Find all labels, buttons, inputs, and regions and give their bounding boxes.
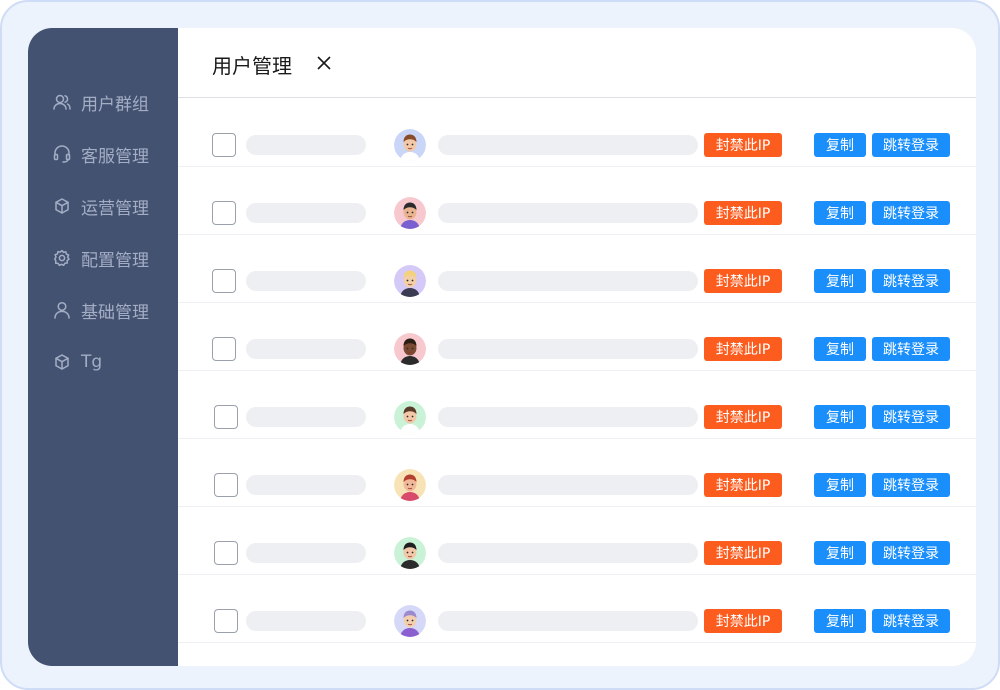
- table-row: 封禁此IP 复制 跳转登录: [178, 439, 976, 507]
- copy-button[interactable]: 复制: [814, 201, 866, 225]
- jump-login-button[interactable]: 跳转登录: [872, 201, 950, 225]
- users-icon: [52, 92, 72, 112]
- placeholder-bar: [246, 475, 366, 495]
- avatar: [394, 537, 426, 569]
- placeholder-bar: [246, 135, 366, 155]
- cube-icon: [52, 196, 72, 216]
- ban-ip-button[interactable]: 封禁此IP: [704, 541, 782, 565]
- jump-login-button[interactable]: 跳转登录: [872, 405, 950, 429]
- jump-login-button[interactable]: 跳转登录: [872, 269, 950, 293]
- copy-button[interactable]: 复制: [814, 609, 866, 633]
- placeholder-bar: [246, 407, 366, 427]
- ban-ip-button[interactable]: 封禁此IP: [704, 133, 782, 157]
- avatar: [394, 401, 426, 433]
- ban-ip-button[interactable]: 封禁此IP: [704, 609, 782, 633]
- gear-icon: [52, 248, 72, 268]
- avatar: [394, 469, 426, 501]
- jump-login-button[interactable]: 跳转登录: [872, 133, 950, 157]
- ban-ip-button[interactable]: 封禁此IP: [704, 269, 782, 293]
- close-icon[interactable]: [314, 53, 334, 73]
- placeholder-bar: [438, 407, 698, 427]
- copy-button[interactable]: 复制: [814, 337, 866, 361]
- row-checkbox[interactable]: [212, 337, 236, 361]
- row-checkbox[interactable]: [214, 609, 238, 633]
- row-checkbox[interactable]: [212, 201, 236, 225]
- sidebar-item-label: 基础管理: [81, 302, 149, 323]
- copy-button[interactable]: 复制: [814, 473, 866, 497]
- sidebar-item-tg[interactable]: Tg: [52, 350, 102, 374]
- sidebar: 用户群组 客服管理 运营管理 配置管理 基础管理 Tg: [28, 28, 178, 666]
- placeholder-bar: [438, 135, 698, 155]
- jump-login-button[interactable]: 跳转登录: [872, 337, 950, 361]
- copy-button[interactable]: 复制: [814, 405, 866, 429]
- row-checkbox[interactable]: [212, 133, 236, 157]
- row-checkbox[interactable]: [214, 405, 238, 429]
- table-row: 封禁此IP 复制 跳转登录: [178, 167, 976, 235]
- avatar: [394, 265, 426, 297]
- table-row: 封禁此IP 复制 跳转登录: [178, 303, 976, 371]
- row-checkbox[interactable]: [214, 473, 238, 497]
- sidebar-item-user-groups[interactable]: 用户群组: [52, 90, 149, 115]
- headset-icon: [52, 144, 72, 164]
- table-row: 封禁此IP 复制 跳转登录: [178, 99, 976, 167]
- row-checkbox[interactable]: [212, 269, 236, 293]
- tab-header: 用户管理: [178, 28, 976, 98]
- placeholder-bar: [246, 271, 366, 291]
- sidebar-item-configuration[interactable]: 配置管理: [52, 246, 149, 271]
- table-row: 封禁此IP 复制 跳转登录: [178, 575, 976, 643]
- avatar: [394, 333, 426, 365]
- sidebar-item-operations[interactable]: 运营管理: [52, 194, 149, 219]
- placeholder-bar: [438, 543, 698, 563]
- copy-button[interactable]: 复制: [814, 269, 866, 293]
- sidebar-item-basic[interactable]: 基础管理: [52, 298, 149, 323]
- avatar: [394, 605, 426, 637]
- ban-ip-button[interactable]: 封禁此IP: [704, 201, 782, 225]
- placeholder-bar: [438, 475, 698, 495]
- placeholder-bar: [246, 611, 366, 631]
- main-panel: 用户管理 封禁此IP 复制 跳转登录 封禁此IP 复制 跳转登录 封禁此IP 复…: [178, 28, 976, 666]
- row-checkbox[interactable]: [214, 541, 238, 565]
- cube-icon: [52, 352, 72, 372]
- table-row: 封禁此IP 复制 跳转登录: [178, 371, 976, 439]
- table-row: 封禁此IP 复制 跳转登录: [178, 235, 976, 303]
- page-title: 用户管理: [212, 54, 292, 78]
- table-row: 封禁此IP 复制 跳转登录: [178, 507, 976, 575]
- sidebar-item-label: 用户群组: [81, 94, 149, 115]
- avatar: [394, 197, 426, 229]
- sidebar-item-label: 运营管理: [81, 198, 149, 219]
- placeholder-bar: [438, 271, 698, 291]
- jump-login-button[interactable]: 跳转登录: [872, 609, 950, 633]
- copy-button[interactable]: 复制: [814, 133, 866, 157]
- placeholder-bar: [246, 203, 366, 223]
- ban-ip-button[interactable]: 封禁此IP: [704, 337, 782, 361]
- placeholder-bar: [438, 339, 698, 359]
- placeholder-bar: [246, 339, 366, 359]
- jump-login-button[interactable]: 跳转登录: [872, 541, 950, 565]
- ban-ip-button[interactable]: 封禁此IP: [704, 473, 782, 497]
- sidebar-item-customer-service[interactable]: 客服管理: [52, 142, 149, 167]
- app-window: 用户群组 客服管理 运营管理 配置管理 基础管理 Tg 用户管理 封禁此IP 复…: [28, 28, 976, 666]
- sidebar-item-label: 客服管理: [81, 146, 149, 167]
- placeholder-bar: [438, 611, 698, 631]
- sidebar-item-label: Tg: [81, 352, 103, 372]
- jump-login-button[interactable]: 跳转登录: [872, 473, 950, 497]
- sidebar-item-label: 配置管理: [81, 250, 149, 271]
- placeholder-bar: [438, 203, 698, 223]
- outer-frame: 用户群组 客服管理 运营管理 配置管理 基础管理 Tg 用户管理 封禁此IP 复…: [0, 0, 1000, 690]
- avatar: [394, 129, 426, 161]
- copy-button[interactable]: 复制: [814, 541, 866, 565]
- user-icon: [52, 300, 72, 320]
- placeholder-bar: [246, 543, 366, 563]
- ban-ip-button[interactable]: 封禁此IP: [704, 405, 782, 429]
